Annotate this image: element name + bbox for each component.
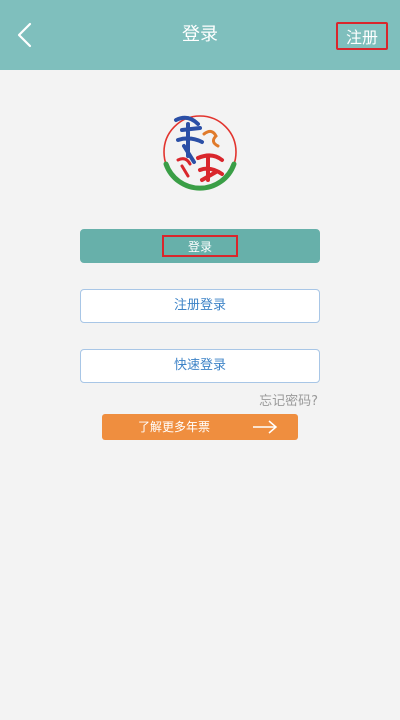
register-button[interactable]: 注册: [336, 22, 388, 50]
learn-more-label: 了解更多年票: [138, 420, 211, 434]
forgot-password-link[interactable]: 忘记密码?: [259, 390, 318, 409]
learn-more-button[interactable]: 了解更多年票: [102, 414, 298, 440]
login-button-label: 登录: [162, 235, 238, 257]
register-login-button[interactable]: 注册登录: [80, 289, 320, 323]
top-bar: 登录 注册: [0, 0, 400, 70]
app-logo: [160, 110, 240, 192]
arrow-right-icon: [253, 420, 278, 434]
login-button[interactable]: 登录: [80, 229, 320, 263]
quick-login-button[interactable]: 快速登录: [80, 349, 320, 383]
